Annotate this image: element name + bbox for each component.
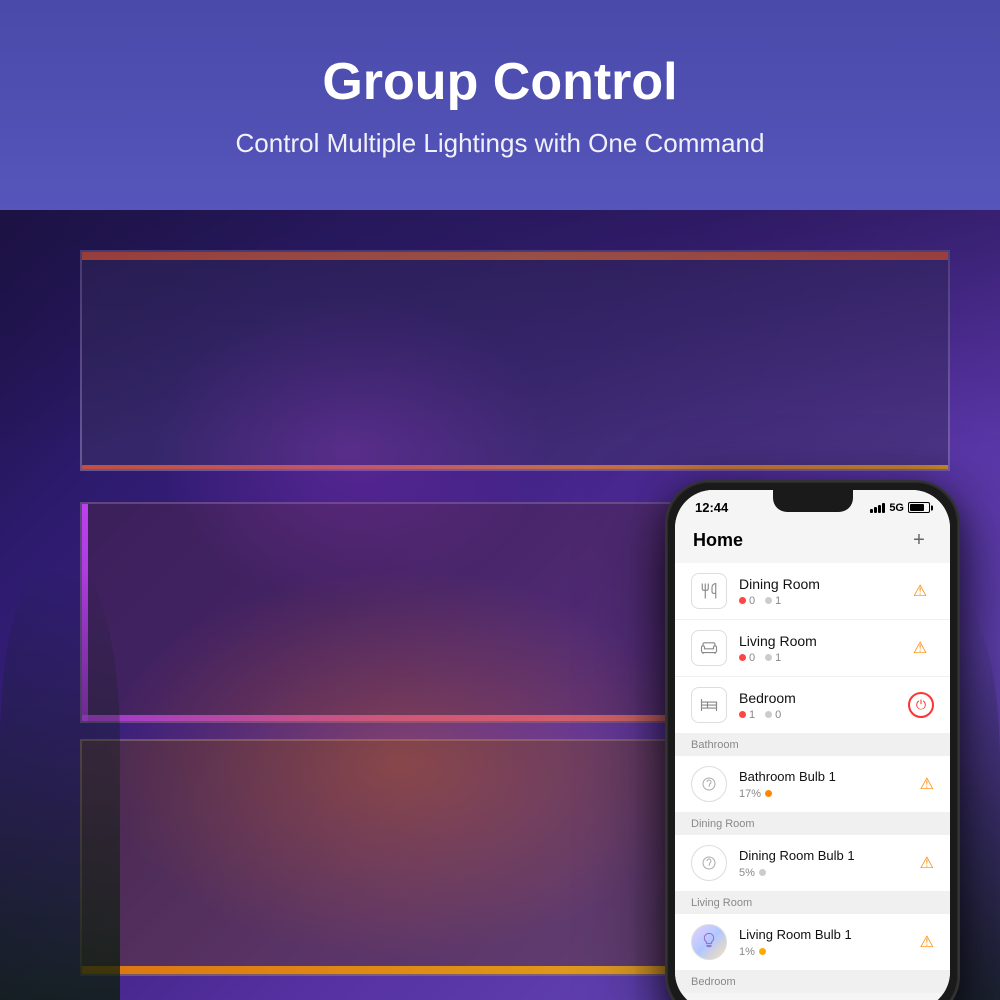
tree-left: [0, 566, 120, 1000]
phone-notch: [773, 490, 853, 512]
bedroom-icon: [691, 687, 727, 723]
dining-brightness: 5%: [739, 867, 755, 879]
dining-room-devices: 0 1: [739, 595, 906, 607]
app-header: Home +: [675, 519, 950, 563]
floor-upper-bottom-glow: [82, 465, 948, 469]
bathroom-brightness: 17%: [739, 788, 761, 800]
room-item-bedroom[interactable]: Bedroom 1 0: [675, 677, 950, 734]
phone-screen: 12:44 5G: [675, 490, 950, 1000]
living-bulb-warning[interactable]: ⚠: [920, 932, 934, 952]
dining-room-info: Dining Room 0 1: [739, 576, 906, 607]
phone-mockup: 12:44 5G: [665, 480, 960, 1000]
living-bulb-icon: [691, 924, 727, 960]
dining-bulb-info: Dining Room Bulb 1 5%: [739, 848, 920, 879]
dining-bulb-status: 5%: [739, 867, 920, 879]
bathroom-bulb-item[interactable]: Bathroom Bulb 1 17% ⚠: [675, 756, 950, 813]
on-dot: [765, 654, 772, 661]
sub-title: Control Multiple Lightings with One Comm…: [236, 128, 765, 159]
living-room-devices: 0 1: [739, 652, 906, 664]
bedroom-devices: 1 0: [739, 709, 908, 721]
on-dot: [765, 597, 772, 604]
living-room-warning-icon[interactable]: ⚠: [906, 634, 934, 662]
dining-bulb-warning[interactable]: ⚠: [920, 853, 934, 873]
bedroom-device-off: 0: [765, 709, 781, 721]
signal-bar-3: [878, 505, 881, 513]
bathroom-bulb-name: Bathroom Bulb 1: [739, 769, 920, 784]
signal-bar-4: [882, 503, 885, 513]
living-room-name: Living Room: [739, 633, 906, 649]
dining-room-icon: [691, 573, 727, 609]
main-title: Group Control: [322, 52, 677, 112]
living-brightness: 1%: [739, 946, 755, 958]
bathroom-bulb-status: 17%: [739, 788, 920, 800]
dining-room-warning-icon[interactable]: ⚠: [906, 577, 934, 605]
dining-status-dot: [759, 869, 766, 876]
page-wrapper: Group Control Control Multiple Lightings…: [0, 0, 1000, 1000]
living-device-on: 1: [765, 652, 781, 664]
living-bulb-item[interactable]: Living Room Bulb 1 1% ⚠: [675, 914, 950, 971]
dining-section-label: Dining Room: [675, 813, 950, 835]
dining-device-on: 1: [765, 595, 781, 607]
signal-bar-2: [874, 507, 877, 513]
on-indicator: [739, 711, 746, 718]
living-status-dot: [759, 948, 766, 955]
bedroom-device-on: 1: [739, 709, 755, 721]
bathroom-section-label: Bathroom: [675, 734, 950, 756]
sky-overlay: [0, 210, 1000, 447]
bathroom-bulb-warning[interactable]: ⚠: [920, 774, 934, 794]
bathroom-bulb-info: Bathroom Bulb 1 17%: [739, 769, 920, 800]
header-section: Group Control Control Multiple Lightings…: [0, 0, 1000, 210]
living-bulb-name: Living Room Bulb 1: [739, 927, 920, 942]
bedroom-power-button[interactable]: ⏻: [908, 692, 934, 718]
app-title: Home: [693, 530, 743, 551]
room-groups: Dining Room 0 1: [675, 563, 950, 734]
room-item-dining[interactable]: Dining Room 0 1: [675, 563, 950, 620]
living-section-label: Living Room: [675, 892, 950, 914]
battery-fill: [910, 504, 924, 511]
battery-icon: [908, 502, 930, 513]
bedroom-name: Bedroom: [739, 690, 908, 706]
house-section: 12:44 5G: [0, 210, 1000, 1000]
room-item-living[interactable]: Living Room 0 1: [675, 620, 950, 677]
dining-bulb-name: Dining Room Bulb 1: [739, 848, 920, 863]
living-bulb-info: Living Room Bulb 1 1%: [739, 927, 920, 958]
bedroom-info: Bedroom 1 0: [739, 690, 908, 721]
signal-bar-1: [870, 509, 873, 513]
dining-bulb-item[interactable]: Dining Room Bulb 1 5% ⚠: [675, 835, 950, 892]
status-icons: 5G: [870, 502, 930, 514]
living-room-info: Living Room 0 1: [739, 633, 906, 664]
off-dot: [739, 597, 746, 604]
dining-device-off: 0: [739, 595, 755, 607]
status-time: 12:44: [695, 500, 728, 515]
off-indicator: [765, 711, 772, 718]
signal-bars-icon: [870, 502, 885, 513]
living-device-off: 0: [739, 652, 755, 664]
bathroom-bulb-icon: [691, 766, 727, 802]
off-dot: [739, 654, 746, 661]
network-label: 5G: [889, 502, 904, 514]
bathroom-status-dot: [765, 790, 772, 797]
dining-bulb-icon: [691, 845, 727, 881]
bedroom-section-label: Bedroom: [675, 971, 950, 993]
living-bulb-status: 1%: [739, 946, 920, 958]
living-room-icon: [691, 630, 727, 666]
add-room-button[interactable]: +: [906, 527, 932, 553]
dining-room-name: Dining Room: [739, 576, 906, 592]
